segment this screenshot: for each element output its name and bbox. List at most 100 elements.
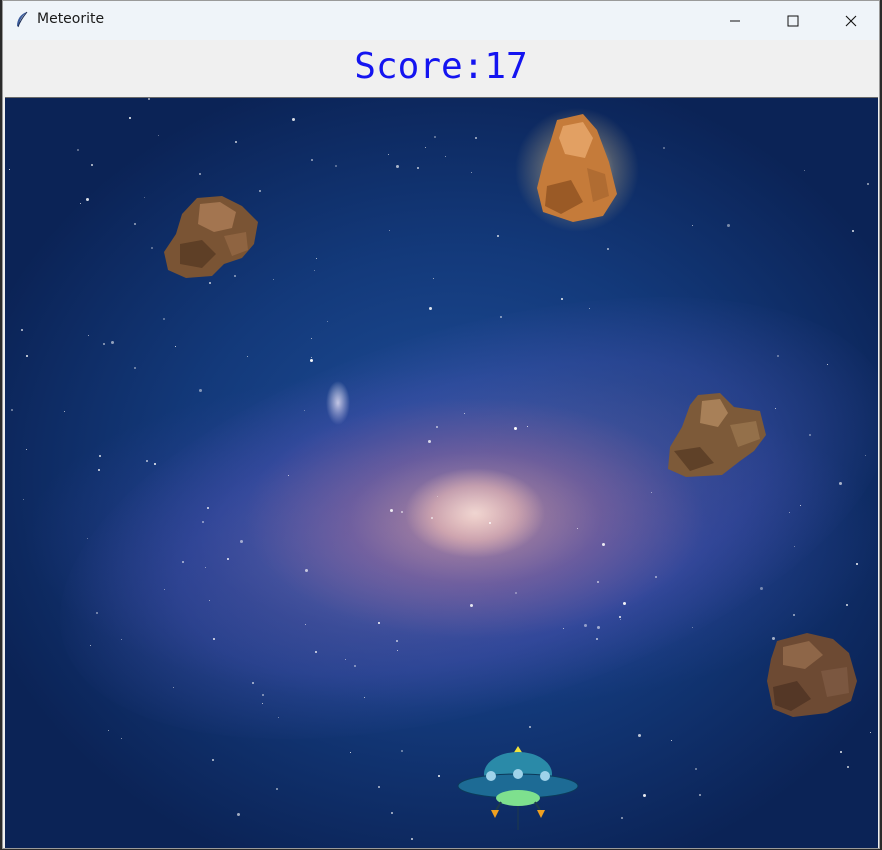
star — [433, 278, 434, 279]
star — [839, 482, 842, 485]
star — [202, 521, 204, 523]
star — [856, 563, 858, 565]
star — [87, 538, 88, 539]
star — [205, 567, 206, 568]
close-icon — [845, 15, 857, 26]
star — [90, 645, 91, 646]
star — [794, 546, 795, 547]
star — [305, 624, 306, 625]
star — [692, 627, 693, 628]
star — [388, 154, 389, 155]
star — [163, 318, 165, 320]
star — [436, 426, 438, 428]
star — [584, 624, 587, 627]
star — [529, 726, 531, 728]
star — [431, 517, 433, 519]
star — [96, 612, 98, 614]
meteor-sprite — [515, 108, 639, 232]
star — [278, 717, 279, 718]
star — [500, 316, 502, 318]
star — [212, 759, 214, 761]
star — [146, 460, 148, 462]
star — [305, 569, 308, 572]
star — [621, 817, 623, 819]
star — [26, 355, 28, 357]
star — [589, 308, 590, 309]
game-canvas[interactable] — [5, 97, 878, 848]
star — [464, 413, 465, 414]
star — [429, 307, 432, 310]
star — [425, 147, 426, 148]
star — [847, 766, 849, 768]
star — [378, 622, 380, 624]
star — [638, 734, 641, 737]
star — [793, 614, 795, 616]
star — [164, 589, 165, 590]
star — [111, 341, 114, 344]
maximize-button[interactable] — [764, 1, 822, 40]
star — [311, 159, 313, 161]
star — [663, 147, 665, 149]
star — [489, 522, 491, 524]
star — [470, 604, 473, 607]
close-button[interactable] — [822, 1, 879, 40]
game-window: Meteorite Score:17 — [2, 0, 880, 849]
star — [64, 411, 65, 412]
star — [26, 449, 27, 450]
star — [596, 638, 598, 640]
star — [350, 752, 351, 753]
meteor-sprite — [668, 393, 766, 477]
star — [11, 409, 13, 411]
title-bar[interactable]: Meteorite — [3, 1, 879, 40]
star — [199, 389, 202, 392]
star — [391, 812, 393, 814]
star — [602, 543, 605, 546]
star — [561, 298, 563, 300]
star — [240, 540, 243, 543]
star — [401, 511, 403, 513]
star — [497, 235, 499, 237]
star — [354, 665, 356, 667]
score-bar: Score:17 — [3, 40, 879, 97]
star — [134, 223, 136, 225]
star — [311, 338, 312, 339]
star — [247, 356, 248, 357]
star — [77, 149, 79, 151]
star — [699, 794, 701, 796]
star — [607, 248, 609, 250]
star — [643, 794, 646, 797]
star — [515, 592, 517, 594]
star — [273, 279, 274, 280]
star — [235, 141, 237, 143]
star — [151, 247, 153, 249]
score-label: Score:17 — [354, 46, 528, 87]
star — [527, 426, 528, 427]
ufo-player-sprite[interactable] — [457, 744, 579, 844]
star — [134, 367, 136, 369]
star — [21, 329, 23, 331]
star — [148, 98, 150, 100]
star — [514, 427, 517, 430]
star — [437, 496, 438, 497]
star — [315, 651, 317, 653]
star — [804, 170, 805, 171]
minimize-button[interactable] — [706, 1, 764, 40]
star — [173, 687, 174, 688]
star — [417, 167, 419, 169]
feather-icon — [14, 11, 30, 29]
star — [262, 694, 264, 696]
star — [88, 335, 89, 336]
star — [867, 183, 869, 185]
star — [692, 225, 693, 226]
star — [727, 224, 730, 227]
star — [428, 440, 431, 443]
star — [865, 455, 866, 456]
star — [262, 703, 263, 704]
star — [852, 230, 854, 232]
star — [445, 156, 446, 157]
star — [292, 118, 295, 121]
star — [304, 410, 305, 411]
star — [227, 558, 229, 560]
star — [651, 492, 652, 493]
star — [129, 117, 131, 119]
